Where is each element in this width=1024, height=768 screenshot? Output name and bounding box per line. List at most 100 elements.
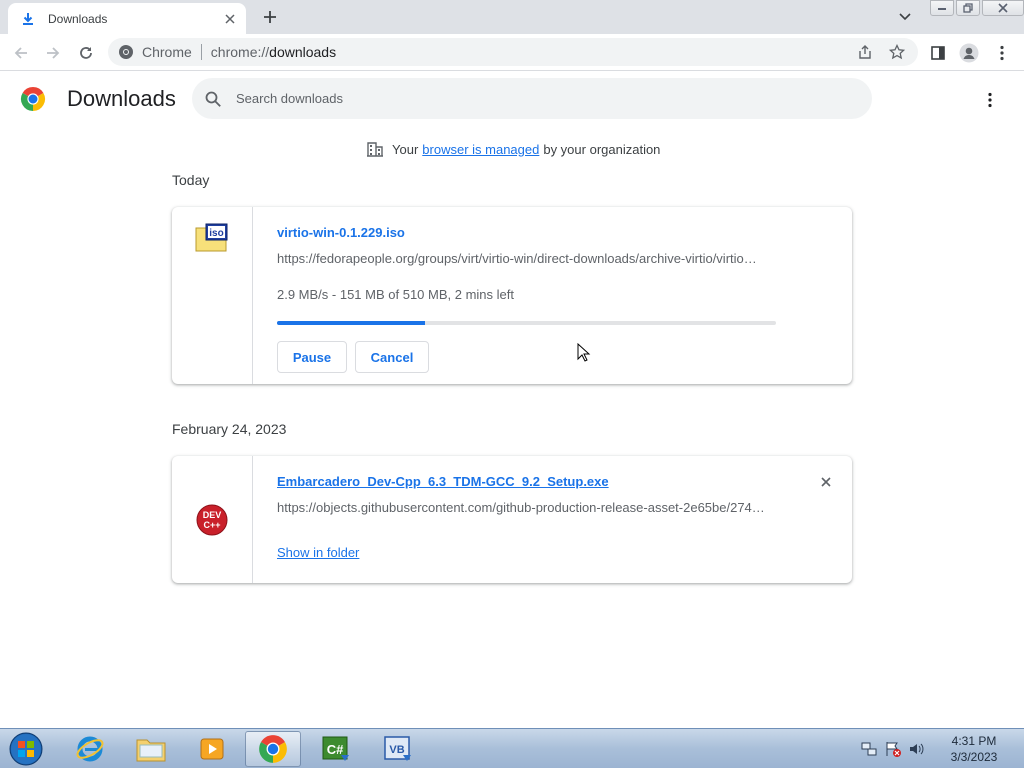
chrome-site-icon [119, 45, 133, 59]
iso-file-icon: iso [195, 223, 228, 252]
remove-from-list-button[interactable] [816, 472, 836, 492]
internet-explorer-icon [76, 736, 104, 762]
site-chip: Chrome [142, 44, 192, 60]
plus-icon [264, 11, 276, 23]
profile-button[interactable] [956, 40, 982, 66]
restore-button[interactable] [956, 0, 980, 16]
tab-close-icon[interactable] [218, 7, 242, 31]
tab-downloads[interactable]: Downloads [8, 3, 246, 34]
tab-strip: Downloads [0, 0, 1024, 34]
restore-icon [963, 3, 973, 13]
bookmark-button[interactable] [886, 41, 908, 63]
search-downloads-box[interactable] [192, 78, 872, 119]
share-button[interactable] [854, 41, 876, 63]
page-title: Downloads [67, 86, 176, 111]
managed-notice: Your browser is managed by your organiza… [366, 140, 660, 158]
volume-icon[interactable] [908, 740, 926, 758]
url-text[interactable]: chrome://downloads [211, 44, 854, 60]
show-in-folder-link[interactable]: Show in folder [277, 545, 359, 560]
close-window-button[interactable] [982, 0, 1024, 16]
kebab-menu-icon [1000, 45, 1004, 61]
media-player-icon [200, 738, 224, 760]
side-panel-icon [931, 46, 945, 60]
chrome-icon [259, 735, 287, 763]
taskbar-internet-explorer[interactable] [62, 731, 118, 767]
cancel-button[interactable]: Cancel [355, 341, 429, 373]
svg-text:iso: iso [209, 228, 223, 239]
windows-start-orb-icon [9, 732, 43, 766]
url-scheme: chrome:// [210, 44, 270, 60]
omnibox-separator [200, 44, 202, 60]
mouse-cursor-icon [577, 343, 591, 362]
csharp-icon: C# [322, 736, 349, 761]
managed-link[interactable]: browser is managed [422, 142, 539, 157]
svg-text:C++: C++ [203, 520, 220, 530]
building-icon [367, 142, 383, 157]
new-tab-button[interactable] [258, 5, 282, 29]
taskbar-vb-app[interactable]: VB [370, 731, 426, 767]
pause-button[interactable]: Pause [277, 341, 347, 373]
download-progress-bar [277, 321, 776, 325]
chrome-menu-button[interactable] [989, 40, 1015, 66]
clock-date: 3/3/2023 [950, 750, 998, 764]
download-item-devcpp: DEV C++ Embarcadero_Dev-Cpp_6.3_TDM-GCC_… [172, 456, 852, 583]
downloads-more-actions-button[interactable] [978, 88, 1002, 112]
address-bar[interactable]: Chrome chrome://downloads [108, 38, 918, 66]
date-heading-today: Today [172, 172, 210, 188]
svg-text:DEV: DEV [203, 510, 222, 520]
search-icon [205, 91, 221, 107]
close-icon [998, 3, 1008, 13]
chrome-logo-icon [20, 87, 46, 111]
start-button[interactable] [6, 730, 46, 768]
file-source-url: https://objects.githubusercontent.com/gi… [277, 500, 765, 515]
taskbar-media-player[interactable] [184, 731, 240, 767]
arrow-left-icon [14, 47, 27, 59]
file-source-url: https://fedorapeople.org/groups/virt/vir… [277, 251, 757, 266]
folder-icon [136, 739, 166, 762]
kebab-menu-icon [988, 92, 992, 108]
forward-button[interactable] [40, 40, 66, 66]
file-icon-column: DEV C++ [172, 456, 253, 583]
close-icon [821, 477, 831, 487]
file-name-link[interactable]: virtio-win-0.1.229.iso [277, 225, 405, 240]
svg-text:VB: VB [389, 744, 404, 756]
reload-button[interactable] [73, 40, 99, 66]
download-item-virtio: iso virtio-win-0.1.229.iso https://fedor… [172, 207, 852, 384]
search-input[interactable] [236, 91, 836, 106]
taskbar-clock[interactable]: 4:31 PM 3/3/2023 [944, 733, 1004, 765]
taskbar-file-explorer[interactable] [123, 731, 179, 767]
file-name-link[interactable]: Embarcadero_Dev-Cpp_6.3_TDM-GCC_9.2_Setu… [277, 474, 609, 489]
tab-search-button[interactable] [894, 6, 916, 28]
download-icon [23, 12, 33, 25]
downloads-header: Downloads [0, 72, 1024, 128]
date-heading-feb-24: February 24, 2023 [172, 421, 287, 437]
back-button[interactable] [8, 40, 34, 66]
url-path: downloads [269, 44, 337, 60]
star-icon [889, 44, 905, 60]
window-controls [930, 0, 1024, 16]
vb-icon: VB [384, 736, 411, 761]
chevron-down-icon [899, 13, 911, 21]
clock-time: 4:31 PM [951, 734, 997, 748]
managed-prefix: Your [392, 141, 419, 157]
managed-suffix: by your organization [543, 141, 661, 157]
file-icon-column: iso [172, 207, 253, 384]
browser-toolbar: Chrome chrome://downloads [0, 34, 1024, 71]
windows-taskbar: C# VB 4:31 PM 3/3/2023 [0, 728, 1024, 768]
devcpp-icon: DEV C++ [196, 504, 228, 536]
share-icon [859, 45, 871, 59]
svg-text:C#: C# [327, 742, 344, 757]
reload-icon [80, 47, 92, 59]
taskbar-csharp-app[interactable]: C# [308, 731, 364, 767]
avatar-icon [959, 43, 979, 63]
network-icon[interactable] [860, 740, 878, 758]
system-tray [860, 735, 926, 763]
minimize-button[interactable] [930, 0, 954, 16]
progress-fill [277, 321, 425, 325]
side-panel-button[interactable] [925, 40, 951, 66]
action-center-flag-icon[interactable] [884, 740, 902, 758]
tab-title: Downloads [48, 11, 108, 26]
download-status: 2.9 MB/s - 151 MB of 510 MB, 2 mins left [277, 287, 514, 302]
taskbar-chrome[interactable] [245, 731, 301, 767]
arrow-right-icon [47, 47, 60, 59]
